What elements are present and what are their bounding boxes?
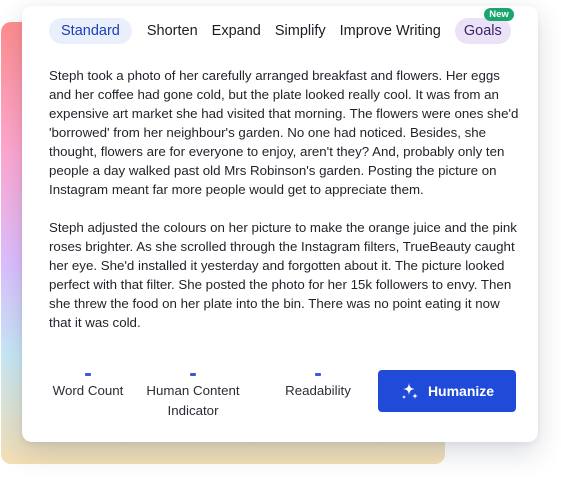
paragraph: Steph adjusted the colours on her pictur… <box>49 220 517 330</box>
metric-label: Human Content <box>146 383 240 398</box>
humanize-button-label: Humanize <box>427 383 495 399</box>
metric-value-placeholder <box>190 373 196 376</box>
metric-value-placeholder <box>315 373 321 376</box>
tab-shorten[interactable]: Shorten <box>147 18 198 44</box>
metric-label: Indicator <box>167 403 219 418</box>
new-badge: New <box>484 8 514 21</box>
mode-tabs: Standard Shorten Expand Simplify Improve… <box>49 8 514 44</box>
metric-label: Readability <box>285 383 351 398</box>
metric-word-count: Word Count <box>49 373 127 401</box>
tab-expand[interactable]: Expand <box>212 18 261 44</box>
metrics-bar: Word Count Human Content Indicator Reada… <box>49 373 369 433</box>
paragraph: Steph took a photo of her carefully arra… <box>49 68 519 197</box>
metric-human-content-indicator: Human Content Indicator <box>137 373 249 421</box>
tab-improve-writing[interactable]: Improve Writing <box>340 18 441 44</box>
tab-goals[interactable]: Goals New <box>454 8 514 44</box>
document-text[interactable]: Steph took a photo of her carefully arra… <box>49 66 519 351</box>
tab-goals-label: Goals <box>463 23 502 39</box>
humanizer-card: Standard Shorten Expand Simplify Improve… <box>22 6 538 442</box>
metric-label: Word Count <box>52 383 124 398</box>
sparkle-icon <box>401 383 418 399</box>
humanize-button[interactable]: Humanize <box>378 370 516 412</box>
metric-readability: Readability <box>277 373 359 401</box>
tab-simplify[interactable]: Simplify <box>275 18 326 44</box>
editor-stage: Standard Shorten Expand Simplify Improve… <box>0 0 561 489</box>
metric-value-placeholder <box>85 373 91 376</box>
tab-standard[interactable]: Standard <box>49 18 132 44</box>
